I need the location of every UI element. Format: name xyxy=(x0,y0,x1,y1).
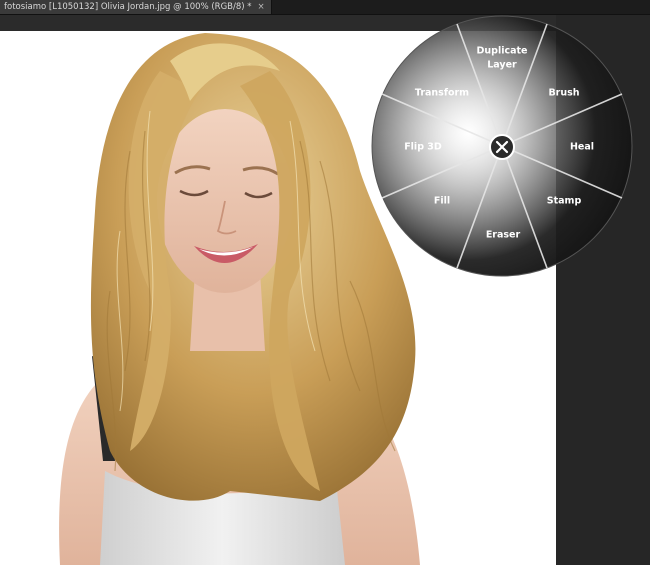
close-tab-icon[interactable]: × xyxy=(258,2,265,12)
transform-label: Transform xyxy=(415,88,469,99)
fill-label: Fill xyxy=(434,196,450,207)
wheel-fill[interactable]: Fill xyxy=(434,196,450,207)
flip-3d-label: Flip 3D xyxy=(404,142,442,153)
brush-label: Brush xyxy=(548,88,579,99)
document-tab-title: fotosiamo [L1050132] Olivia Jordan.jpg @… xyxy=(4,2,252,12)
duplicate-layer-label-line1: Duplicate xyxy=(477,46,528,57)
stamp-label: Stamp xyxy=(547,196,582,207)
duplicate-layer-label-line2: Layer xyxy=(487,60,517,71)
heal-label: Heal xyxy=(570,142,594,153)
wheel-stamp[interactable]: Stamp xyxy=(547,196,582,207)
wheel-heal[interactable]: Heal xyxy=(570,142,594,153)
tool-wheel: Duplicate Layer Brush Heal Stamp Eraser … xyxy=(371,15,633,277)
wheel-transform[interactable]: Transform xyxy=(415,88,469,99)
wheel-close-button[interactable] xyxy=(489,134,515,160)
document-tab[interactable]: fotosiamo [L1050132] Olivia Jordan.jpg @… xyxy=(0,0,272,14)
wheel-eraser[interactable]: Eraser xyxy=(486,230,521,241)
eraser-label: Eraser xyxy=(486,230,521,241)
wheel-brush[interactable]: Brush xyxy=(548,88,579,99)
wheel-flip-3d[interactable]: Flip 3D xyxy=(404,142,442,153)
document-tab-bar: fotosiamo [L1050132] Olivia Jordan.jpg @… xyxy=(0,0,650,15)
